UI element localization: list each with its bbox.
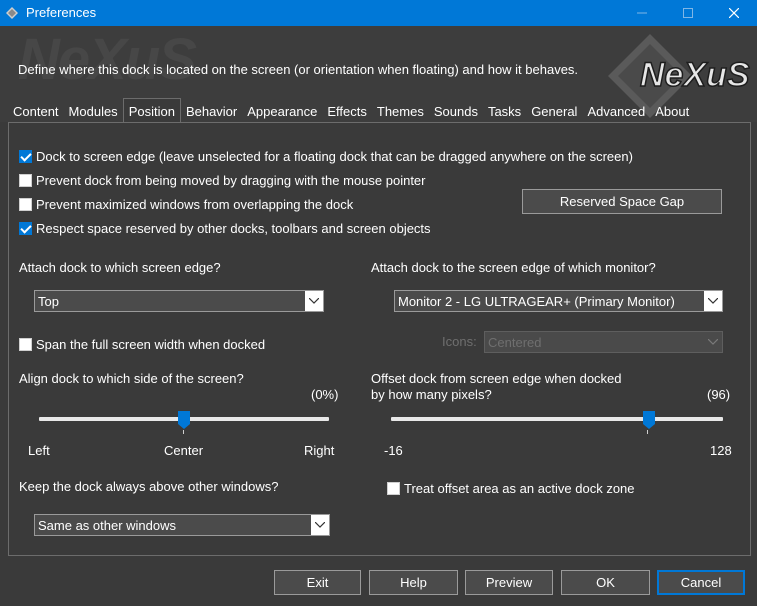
minimize-button[interactable]: [619, 0, 665, 26]
tab-sounds[interactable]: Sounds: [429, 100, 483, 122]
align-value: (0%): [311, 387, 339, 402]
align-slider-tick: [183, 430, 184, 434]
offset-zone-label: Treat offset area as an active dock zone: [404, 480, 635, 496]
respect-space-label: Respect space reserved by other docks, t…: [36, 220, 431, 236]
page-description: Define where this dock is located on the…: [18, 62, 579, 77]
edge-select[interactable]: Top: [34, 290, 324, 312]
window-title: Preferences: [26, 5, 97, 20]
chevron-down-icon[interactable]: [704, 291, 722, 311]
minimize-icon: [637, 12, 647, 14]
offset-label-line2: by how many pixels?: [371, 387, 492, 402]
monitor-select[interactable]: Monitor 2 - LG ULTRAGEAR+ (Primary Monit…: [394, 290, 723, 312]
tab-themes[interactable]: Themes: [372, 100, 429, 122]
offset-slider-track[interactable]: [391, 417, 723, 421]
dock-to-edge-checkbox[interactable]: Dock to screen edge (leave unselected fo…: [19, 147, 633, 165]
checkbox-checked[interactable]: [19, 221, 32, 235]
prevent-overlap-label: Prevent maximized windows from overlappi…: [36, 196, 354, 212]
tab-behavior[interactable]: Behavior: [181, 100, 242, 122]
checkbox-unchecked[interactable]: [19, 337, 32, 351]
tab-advanced[interactable]: Advanced: [582, 100, 650, 122]
prevent-drag-checkbox[interactable]: Prevent dock from being moved by draggin…: [19, 171, 426, 189]
above-select[interactable]: Same as other windows: [34, 514, 330, 536]
align-center-label: Center: [164, 443, 204, 458]
offset-value: (96): [707, 387, 731, 402]
edge-label: Attach dock to which screen edge?: [19, 260, 221, 275]
dialog-button-bar: Exit Help Preview OK Cancel: [0, 556, 757, 606]
checkbox-unchecked[interactable]: [19, 197, 32, 211]
maximize-button[interactable]: [665, 0, 711, 26]
ok-button[interactable]: OK: [561, 570, 650, 595]
offset-slider-thumb[interactable]: [643, 411, 656, 429]
align-slider-thumb[interactable]: [178, 411, 190, 429]
checkbox-checked[interactable]: [19, 149, 32, 163]
tab-tasks[interactable]: Tasks: [483, 100, 526, 122]
checkbox-unchecked[interactable]: [387, 481, 400, 495]
reserved-space-gap-button[interactable]: Reserved Space Gap: [522, 189, 722, 214]
align-label: Align dock to which side of the screen?: [19, 371, 244, 386]
tab-position[interactable]: Position: [122, 98, 181, 123]
tab-about[interactable]: About: [650, 100, 694, 122]
span-width-checkbox[interactable]: Span the full screen width when docked: [19, 335, 265, 353]
offset-zone-checkbox[interactable]: Treat offset area as an active dock zone: [387, 479, 635, 497]
edge-select-value: Top: [38, 293, 59, 309]
align-left-label: Left: [28, 443, 50, 458]
above-label: Keep the dock always above other windows…: [19, 479, 279, 494]
monitor-select-value: Monitor 2 - LG ULTRAGEAR+ (Primary Monit…: [398, 293, 675, 309]
logo-text: NeXuS: [640, 56, 750, 94]
banner-watermark: NeXuS: [18, 27, 197, 92]
chevron-down-icon[interactable]: [305, 291, 323, 311]
tab-modules[interactable]: Modules: [64, 100, 123, 122]
prevent-overlap-checkbox[interactable]: Prevent maximized windows from overlappi…: [19, 195, 353, 213]
title-bar: Preferences: [0, 0, 757, 26]
app-icon: [6, 7, 18, 19]
above-select-value: Same as other windows: [38, 517, 177, 533]
icons-select-value: Centered: [488, 334, 542, 350]
tab-effects[interactable]: Effects: [322, 100, 372, 122]
position-panel: Dock to screen edge (leave unselected fo…: [8, 122, 751, 556]
help-button[interactable]: Help: [369, 570, 458, 595]
monitor-label: Attach dock to the screen edge of which …: [371, 260, 656, 275]
span-width-label: Span the full screen width when docked: [36, 336, 266, 352]
chevron-down-icon: [704, 332, 722, 352]
exit-button[interactable]: Exit: [274, 570, 361, 595]
align-right-label: Right: [304, 443, 335, 458]
checkbox-unchecked[interactable]: [19, 173, 32, 187]
close-button[interactable]: [711, 0, 757, 26]
tab-general[interactable]: General: [526, 100, 582, 122]
tab-content[interactable]: Content: [8, 100, 64, 122]
respect-space-checkbox[interactable]: Respect space reserved by other docks, t…: [19, 219, 431, 237]
dock-to-edge-label: Dock to screen edge (leave unselected fo…: [36, 148, 633, 164]
prevent-drag-label: Prevent dock from being moved by draggin…: [36, 172, 426, 188]
offset-label-line1: Offset dock from screen edge when docked: [371, 371, 622, 386]
icons-select: Centered: [484, 331, 723, 353]
maximize-icon: [683, 8, 693, 18]
offset-min-label: -16: [384, 443, 403, 458]
tab-bar: Content Modules Position Behavior Appear…: [8, 98, 694, 123]
chevron-down-icon[interactable]: [311, 515, 329, 535]
offset-slider-tick: [647, 430, 648, 434]
preview-button[interactable]: Preview: [465, 570, 553, 595]
cancel-button[interactable]: Cancel: [657, 570, 745, 595]
offset-max-label: 128: [710, 443, 732, 458]
icons-label: Icons:: [442, 334, 477, 349]
tab-appearance[interactable]: Appearance: [242, 100, 322, 122]
close-icon: [729, 8, 739, 18]
